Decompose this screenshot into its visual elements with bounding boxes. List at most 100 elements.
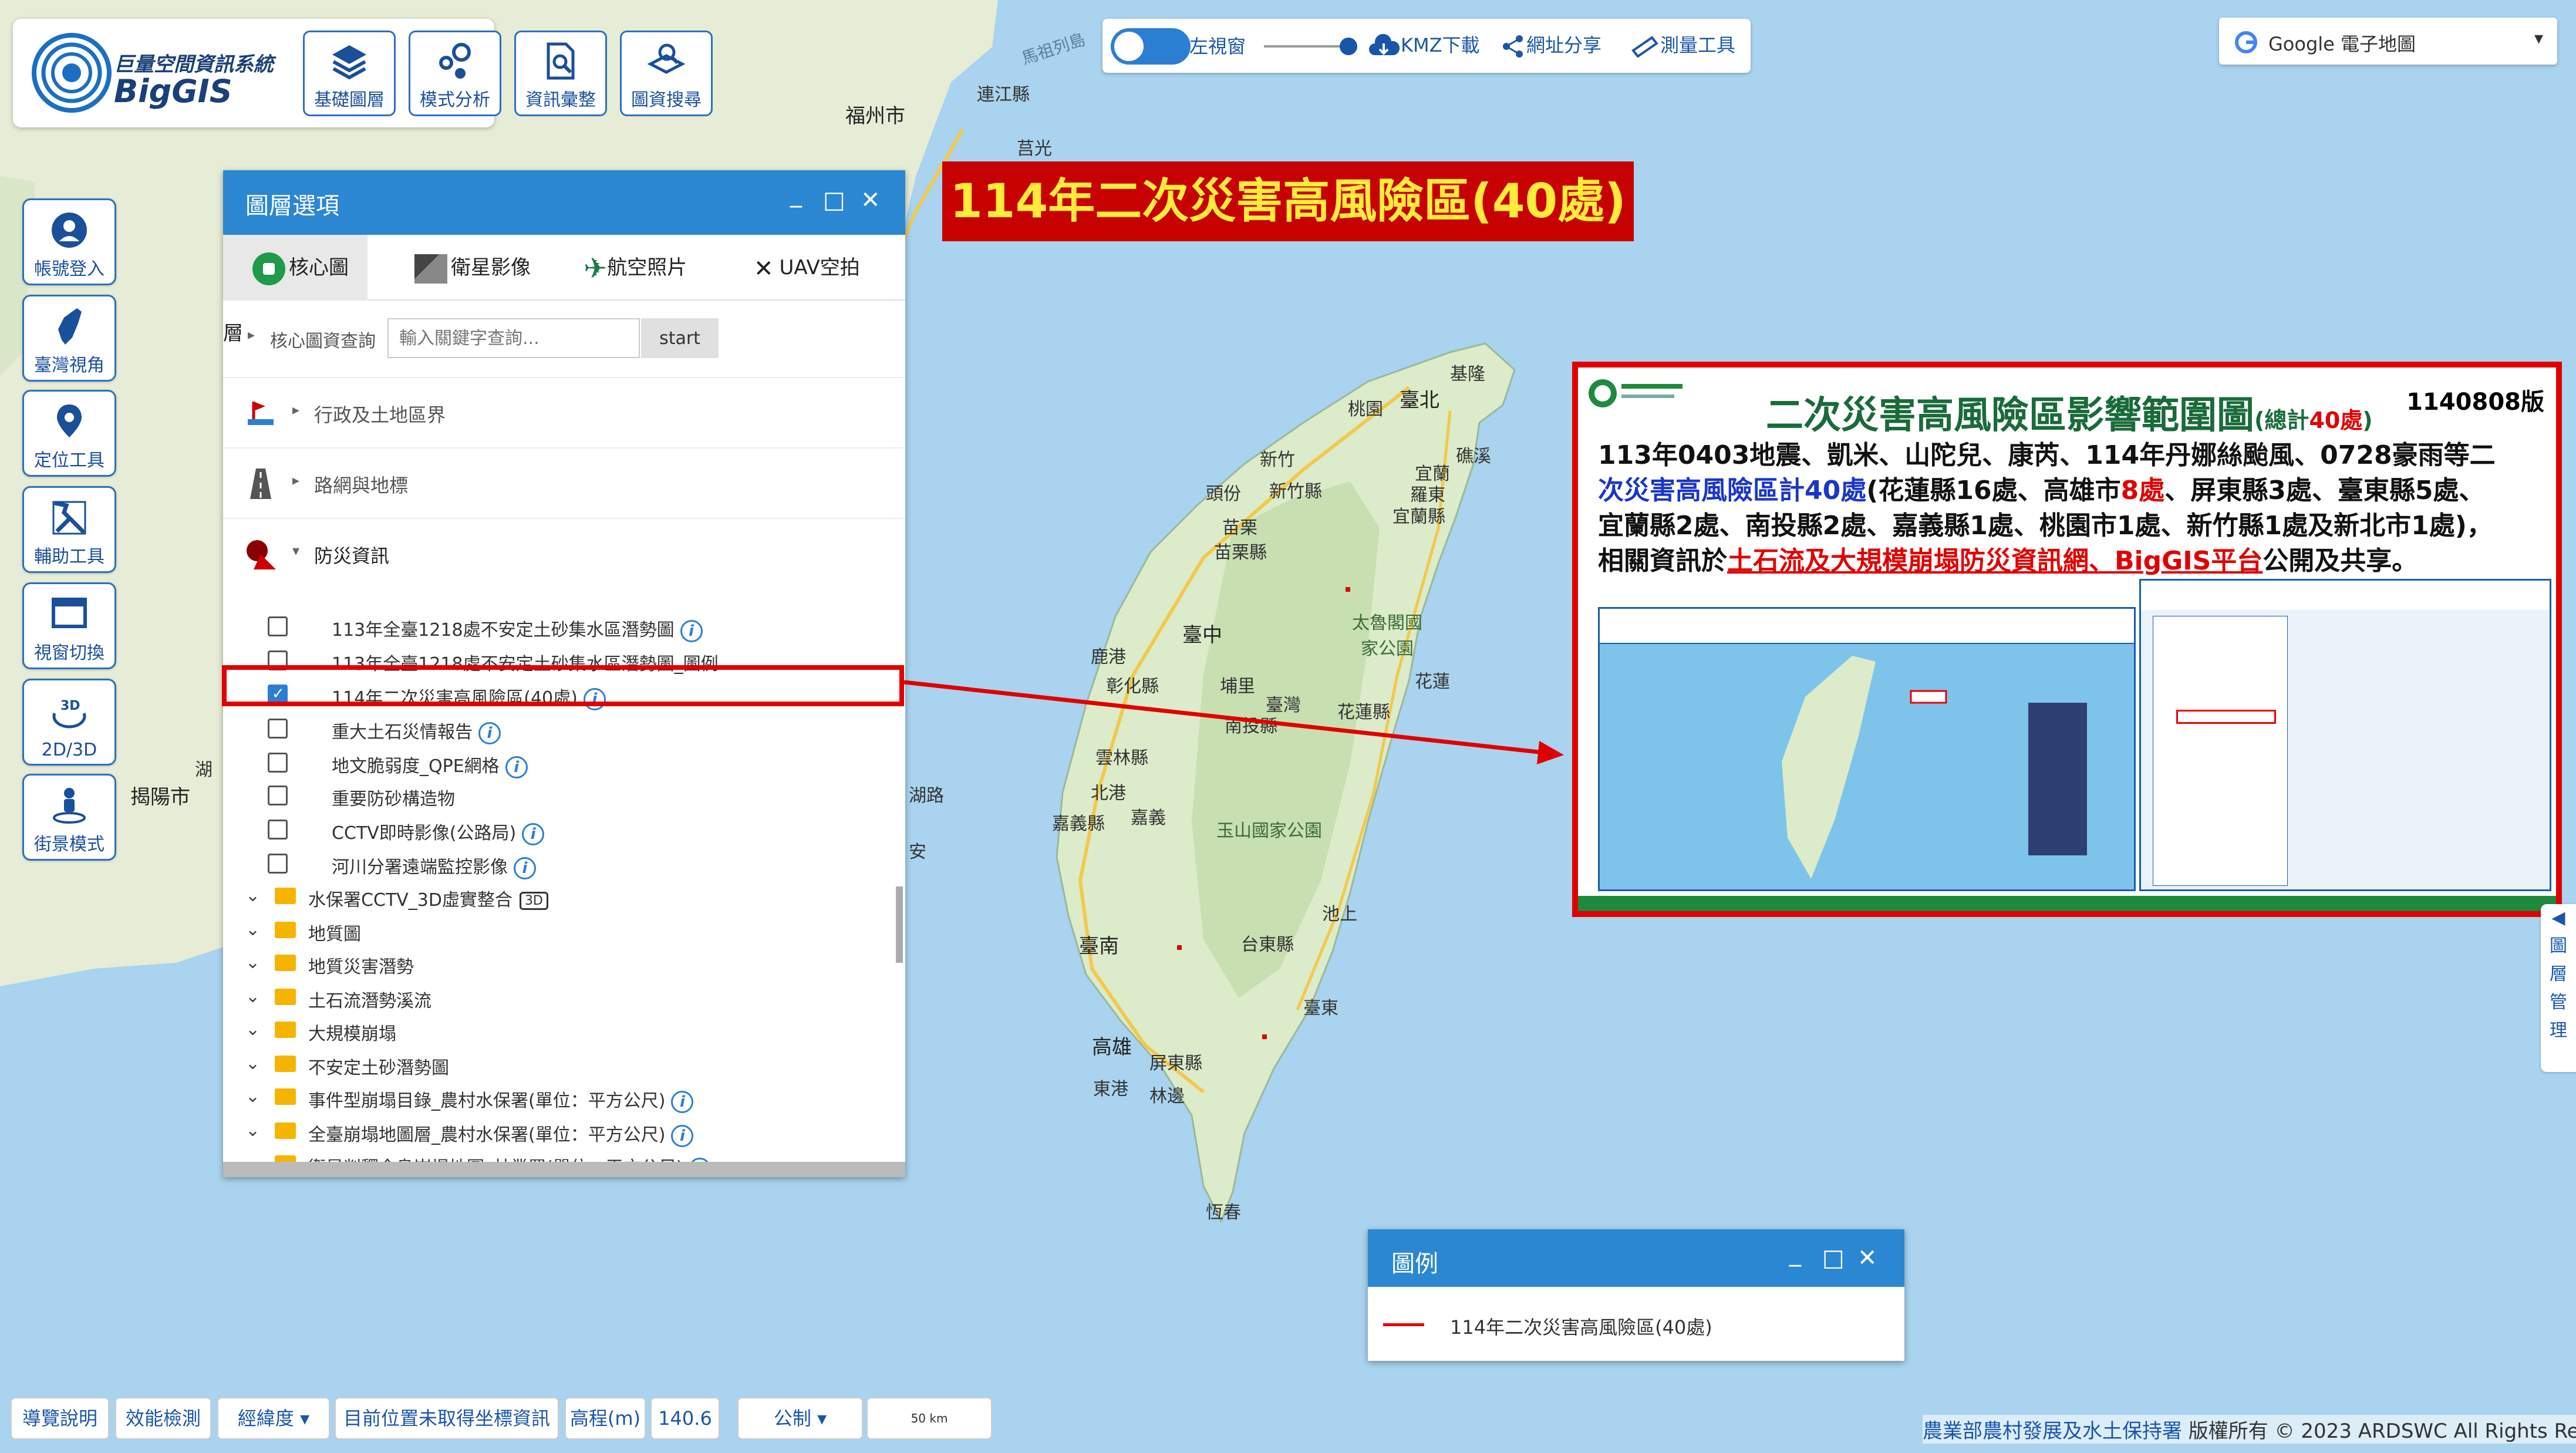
performance-button[interactable]: 效能檢測: [115, 1397, 211, 1439]
left-view-toggle[interactable]: [1111, 28, 1191, 65]
agency-logo-icon: [1589, 379, 1683, 407]
scale-bar: 50 km: [866, 1397, 992, 1439]
folder-label: 土石流潛勢溪流: [308, 991, 431, 1012]
map-label: 莒光: [1017, 139, 1052, 159]
side-tab-char: 圖: [2550, 936, 2567, 956]
2d-3d-toggle-button[interactable]: 3D 2D/3D: [22, 679, 116, 766]
kmz-download-button[interactable]: KMZ下載: [1401, 31, 1480, 58]
tab-core-layers[interactable]: 核心圖層: [223, 235, 367, 345]
layer-item[interactable]: 地文脆弱度_QPE網格 i: [223, 746, 898, 778]
layer-panel-header[interactable]: 圖層選項 _ □ ✕: [223, 170, 905, 235]
info-icon[interactable]: i: [514, 857, 536, 879]
biggis-logo-icon: [32, 33, 112, 113]
login-button[interactable]: 帳號登入: [22, 198, 116, 285]
left-view-label: 左視窗: [1189, 35, 1246, 58]
legend-line-swatch: [1383, 1323, 1424, 1326]
guide-button[interactable]: 導覽說明: [11, 1397, 109, 1439]
info-summary-button[interactable]: 資訊彙整: [514, 31, 607, 116]
tab-label: UAV空拍: [779, 256, 860, 279]
copyright-org[interactable]: 農業部農村發展及水土保持署: [1923, 1420, 2182, 1443]
window-switch-button[interactable]: 視窗切換: [22, 582, 116, 669]
minimize-button[interactable]: _: [790, 181, 802, 208]
map-label: 嘉義: [1131, 808, 1166, 828]
caret-right-icon: ▸: [292, 472, 300, 488]
layer-checkbox[interactable]: [268, 820, 288, 840]
group-disaster-info[interactable]: ▾ 防災資訊: [223, 519, 905, 589]
model-analysis-button[interactable]: 模式分析: [409, 31, 501, 116]
slider-handle[interactable]: [1340, 38, 1357, 55]
minimize-button[interactable]: _: [1789, 1240, 1801, 1267]
map-label: 台東縣: [1241, 935, 1294, 955]
layer-item[interactable]: 113年全臺1218處不安定土砂集水區潛勢圖 i: [223, 609, 898, 642]
basemap-select[interactable]: Google 電子地圖 ▾: [2219, 18, 2557, 65]
folder-label: 不安定土砂潛勢圖: [308, 1058, 449, 1078]
layer-checkbox[interactable]: [268, 753, 288, 773]
layer-checkbox[interactable]: [268, 786, 288, 805]
layer-checkbox[interactable]: [268, 616, 288, 636]
3d-badge: 3D: [519, 892, 548, 910]
info-icon[interactable]: i: [522, 822, 545, 845]
folder-item[interactable]: ⌄ 地質圖: [223, 913, 898, 946]
desc-link[interactable]: BigGIS平台: [2115, 546, 2263, 576]
desc-line: 宜蘭縣2處、南投縣2處、嘉義縣1處、桃園市1處、新竹縣1處及新北市1處)，: [1598, 511, 2493, 541]
horizontal-scrollbar[interactable]: [223, 1162, 905, 1177]
close-button[interactable]: ✕: [861, 187, 881, 214]
tab-satellite[interactable]: 衛星影像: [414, 235, 531, 301]
url-share-button[interactable]: 網址分享: [1526, 31, 1601, 58]
legend-title: 圖例: [1391, 1250, 1438, 1277]
folder-item[interactable]: ⌄ 土石流潛勢溪流: [223, 980, 898, 1013]
group-admin-boundary[interactable]: ▸ 行政及土地區界: [223, 378, 905, 449]
layer-checkbox[interactable]: [268, 854, 288, 874]
maximize-button[interactable]: □: [823, 187, 845, 214]
tab-aerial[interactable]: ✈航空照片: [584, 235, 687, 301]
folder-item[interactable]: ⌄ 大規模崩塌: [223, 1013, 898, 1046]
folder-label: 大規模崩塌: [308, 1024, 396, 1044]
unit-select[interactable]: 公制 ▾: [737, 1397, 863, 1439]
coord-type-select[interactable]: 經緯度 ▾: [217, 1397, 330, 1439]
folder-label: 地質圖: [308, 924, 361, 945]
layer-item[interactable]: CCTV即時影像(公路局) i: [223, 813, 898, 845]
group-roads[interactable]: ▸ 路網與地標: [223, 449, 905, 519]
layer-item[interactable]: 重大土石災情報告 i: [223, 712, 898, 744]
top-button-label: 基礎圖層: [314, 90, 385, 110]
tools-icon: [52, 501, 86, 535]
count-number: 40處: [2309, 407, 2363, 433]
close-button[interactable]: ✕: [1857, 1245, 1877, 1272]
screenshot-title: 二次災害高風險區影響範圍圖(總計40處): [1766, 385, 2373, 439]
layer-checkbox[interactable]: [268, 719, 288, 739]
info-icon[interactable]: i: [680, 619, 703, 642]
layer-item[interactable]: 重要防砂構造物: [223, 778, 898, 811]
locate-tool-button[interactable]: 定位工具: [22, 390, 116, 477]
maximize-button[interactable]: □: [1822, 1245, 1845, 1272]
basemap-selected: Google 電子地圖: [2268, 33, 2416, 55]
group-label: 路網與地標: [314, 474, 409, 497]
streetview-button[interactable]: 街景模式: [22, 774, 116, 861]
legend-header[interactable]: 圖例 _ □ ✕: [1368, 1229, 1904, 1287]
folder-item[interactable]: ⌄ 全臺崩塌地圖層_農村水保署(單位：平方公尺) i: [223, 1114, 898, 1147]
info-icon[interactable]: i: [478, 722, 501, 744]
info-icon[interactable]: i: [671, 1090, 694, 1113]
layer-search-input[interactable]: [387, 318, 640, 358]
map-label: 臺東: [1303, 998, 1338, 1019]
tab-uav[interactable]: ✕ UAV空拍: [754, 235, 860, 301]
opacity-slider[interactable]: [1264, 45, 1352, 48]
measure-tool-button[interactable]: 測量工具: [1660, 31, 1735, 58]
folder-item[interactable]: ⌄ 事件型崩塌目錄_農村水保署(單位：平方公尺) i: [223, 1080, 898, 1113]
info-icon[interactable]: i: [505, 756, 528, 778]
basic-layers-button[interactable]: 基礎圖層: [303, 31, 396, 116]
search-start-button[interactable]: start: [641, 318, 719, 358]
folder-item[interactable]: ⌄ 不安定土砂潛勢圖: [223, 1047, 898, 1080]
info-icon[interactable]: i: [671, 1124, 694, 1147]
desc-link[interactable]: 土石流及大規模崩塌防災資訊網、: [1727, 546, 2115, 576]
taiwan-view-button[interactable]: 臺灣視角: [22, 295, 116, 382]
layer-item[interactable]: 河川分署遠端監控影像 i: [223, 847, 898, 879]
map-label: 新竹: [1260, 450, 1295, 470]
folder-item[interactable]: ⌄ 地質災害潛勢: [223, 946, 898, 979]
tab-label: 衛星影像: [451, 256, 531, 279]
layer-panel-scrollbar[interactable]: [896, 886, 903, 963]
map-search-button[interactable]: 圖資搜尋: [620, 31, 713, 116]
folder-item[interactable]: ⌄ 水保署CCTV_3D虛實整合 3D: [223, 879, 898, 912]
desc-part: 、屏東縣3處、臺東縣5處、: [2164, 476, 2485, 505]
aux-tools-button[interactable]: 輔助工具: [22, 486, 116, 573]
layer-manager-tab[interactable]: ◀ 圖 層 管 理: [2541, 904, 2576, 1072]
